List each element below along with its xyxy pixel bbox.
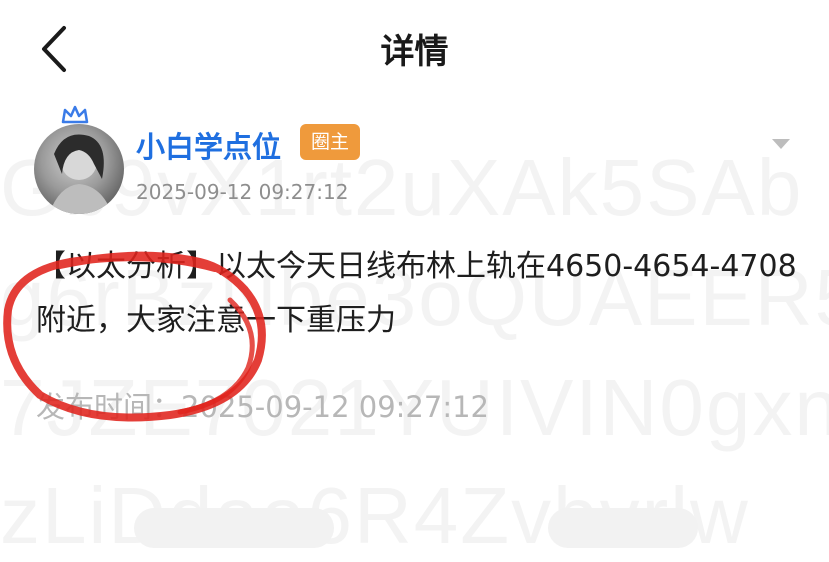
- bottom-action-bar[interactable]: [548, 508, 698, 548]
- bottom-action-bar[interactable]: [134, 508, 334, 548]
- avatar[interactable]: [34, 124, 124, 214]
- author-avatar-block[interactable]: [34, 104, 126, 214]
- user-avatar: [49, 134, 112, 214]
- triangle-down-icon: [772, 139, 790, 149]
- owner-badge: 圈主: [300, 124, 361, 160]
- post-content: 【以太分析】以太今天日线布林上轨在4650-4654-4708附近，大家注意一下…: [36, 249, 797, 338]
- post-timestamp: 2025-09-12 09:27:12: [136, 180, 349, 204]
- publish-time: 发布时间：2025-09-12 09:27:12: [36, 390, 489, 424]
- top-nav-bar: 详情: [0, 0, 829, 96]
- author-name[interactable]: 小白学点位: [136, 124, 281, 166]
- page-title: 详情: [380, 32, 449, 72]
- crown-icon: [61, 105, 89, 124]
- more-options-button[interactable]: [770, 136, 792, 150]
- watermark-text: zLiDdaa6R4Zvbvrlw: [0, 471, 750, 560]
